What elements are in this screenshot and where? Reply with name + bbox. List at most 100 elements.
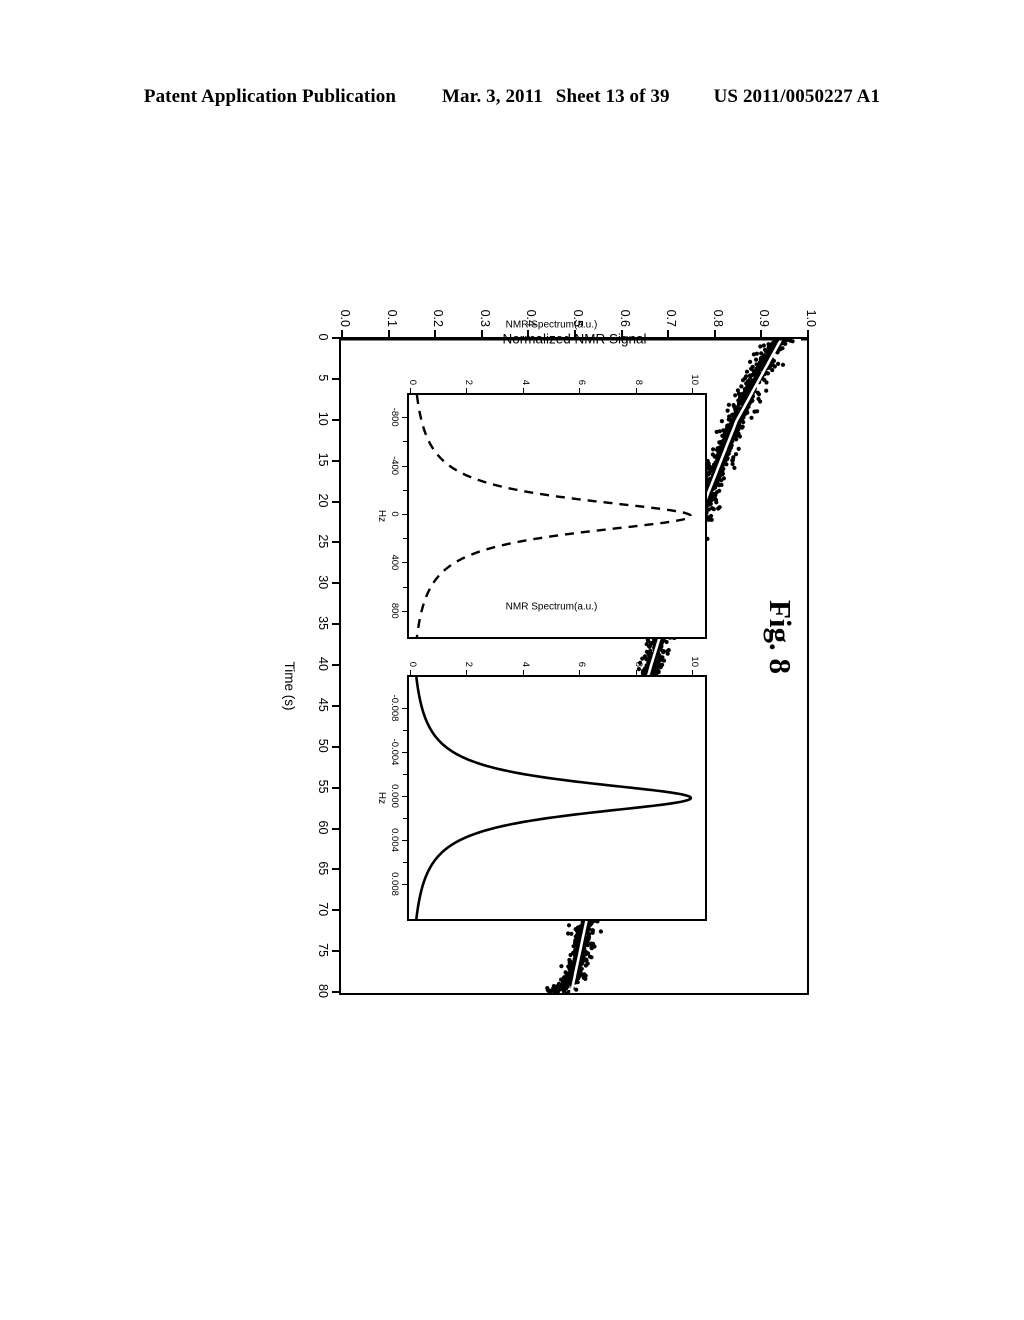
x-tick-label: 75 — [316, 943, 330, 958]
inset-x-tick-label: 0.004 — [389, 828, 400, 852]
x-tick-label: 35 — [316, 616, 330, 631]
inset-y-tick-label: 10 — [688, 374, 700, 385]
inset-y-tick-label: 6 — [576, 379, 588, 385]
x-axis-ticks: 0 5 10 15 20 25 30 35 40 45 50 55 60 65 70 75 80 — [305, 334, 339, 998]
x-tick — [332, 337, 339, 339]
y-tick-label: 0.1 — [384, 309, 399, 327]
sheet-number: Sheet 13 of 39 — [555, 86, 670, 107]
x-tick — [332, 664, 339, 666]
inset-x-tick-label: 800 — [389, 602, 400, 619]
inset-y-tick-label: 2 — [463, 379, 475, 385]
x-tick-label: 10 — [316, 411, 330, 426]
inset-x-tick — [402, 465, 407, 467]
x-tick — [332, 950, 339, 953]
inset-y-tick-label: 8 — [632, 379, 644, 385]
inset-narrow-x-title: Hz — [376, 791, 387, 805]
inset-x-tick-label: 0 — [389, 511, 400, 517]
inset-x-tick-label: -0.008 — [389, 694, 400, 722]
x-tick-label: 60 — [316, 820, 330, 835]
inset-x-minor-tick — [403, 538, 407, 540]
inset-narrow-lorentzian: -0.008 -0.004 0.000 0.004 0.008 0 2 4 6 8 10 Hz N… — [376, 602, 707, 921]
inset-y-tick — [579, 388, 581, 393]
x-tick — [332, 745, 339, 748]
y-tick — [807, 330, 809, 337]
patent-number: US 2011/0050227 A1 — [713, 86, 881, 107]
publication-date: Mar. 3, 2011 — [442, 86, 543, 107]
figure-canvas: 0 5 10 15 20 25 30 35 40 45 50 55 60 65 70 75 80 Time (s… — [265, 285, 825, 1045]
inset-y-tick — [522, 388, 524, 393]
y-tick-label: 0.7 — [664, 309, 679, 327]
inset-x-minor-tick — [403, 730, 407, 731]
y-tick-label: 0.2 — [431, 309, 446, 327]
x-tick — [332, 991, 339, 993]
y-tick-label: 0.8 — [710, 309, 725, 327]
x-tick — [332, 909, 339, 912]
y-tick-label: 1.0 — [804, 309, 818, 327]
x-tick-label: 0 — [316, 333, 330, 341]
y-tick-label: 0.9 — [757, 309, 772, 327]
inset-wide-x-title: Hz — [376, 509, 387, 523]
inset-y-tick-label: 0 — [407, 661, 418, 667]
inset-x-tick — [402, 514, 407, 515]
inset-y-tick-label: 8 — [632, 661, 644, 667]
inset-narrow-y-title: NMR Spectrum(a.u.) — [505, 601, 598, 613]
inset-y-tick — [635, 388, 637, 393]
inset-x-tick — [402, 562, 407, 564]
x-tick-label: 15 — [316, 452, 330, 467]
y-tick-label: 0.0 — [338, 309, 352, 327]
y-axis-title: Normalized NMR Signal — [502, 331, 647, 347]
page-header: Patent Application Publication Mar. 3, 2… — [0, 86, 1024, 108]
inset-y-tick-label: 10 — [688, 656, 700, 667]
x-tick-label: 5 — [316, 374, 330, 382]
inset-y-tick — [410, 670, 411, 675]
inset-y-tick-label: 0 — [407, 379, 418, 385]
x-tick-label: 70 — [316, 902, 330, 917]
inset-x-tick-label: 400 — [389, 554, 400, 571]
x-tick — [332, 500, 339, 503]
inset-y-tick — [522, 670, 524, 675]
inset-y-tick — [691, 388, 693, 393]
inset-x-minor-tick — [403, 774, 407, 775]
inset-wide-y-title: NMR Spectrum(a.u.) — [505, 319, 598, 331]
inset-x-tick — [402, 708, 407, 709]
inset-x-minor-tick — [403, 586, 407, 588]
inset-y-tick — [691, 670, 693, 675]
figure-caption: Fig. 8 — [763, 600, 798, 675]
inset-y-tick — [466, 670, 468, 675]
x-tick — [332, 377, 339, 380]
inset-x-tick — [402, 417, 407, 419]
inset-x-minor-tick — [403, 818, 407, 819]
x-tick-label: 80 — [316, 984, 330, 998]
inset-y-tick-label: 2 — [463, 661, 475, 667]
figure-8: 0 5 10 15 20 25 30 35 40 45 50 55 60 65 70 75 80 Time (s… — [150, 250, 940, 1080]
inset-x-tick — [402, 884, 407, 885]
inset-x-tick — [402, 610, 407, 612]
x-tick — [332, 541, 339, 544]
y-tick — [341, 330, 343, 337]
inset-x-minor-tick — [403, 489, 407, 491]
inset-narrow-frame — [407, 675, 707, 921]
x-tick-label: 40 — [316, 657, 330, 671]
x-tick — [332, 786, 339, 789]
x-tick-label: 50 — [316, 738, 330, 753]
inset-y-tick — [579, 670, 581, 675]
inset-narrow-curve — [415, 677, 693, 919]
inset-x-minor-tick — [403, 862, 407, 863]
x-tick-label: 20 — [316, 493, 330, 508]
inset-x-tick-label: -0.004 — [389, 738, 400, 766]
inset-x-tick-label: -400 — [389, 456, 400, 476]
x-tick-label: 55 — [316, 779, 330, 794]
inset-y-tick — [410, 388, 411, 393]
y-tick — [760, 330, 763, 337]
inset-x-tick-label: -800 — [389, 407, 400, 427]
inset-x-tick — [402, 796, 407, 797]
inset-x-tick — [402, 840, 407, 841]
publication-label: Patent Application Publication — [143, 86, 397, 107]
x-tick — [332, 623, 339, 626]
x-tick — [332, 827, 339, 830]
x-tick-label: 25 — [316, 534, 330, 549]
x-tick-label: 65 — [316, 861, 330, 876]
x-tick-label: 45 — [316, 697, 330, 712]
x-tick — [332, 459, 339, 462]
x-tick — [332, 418, 339, 421]
